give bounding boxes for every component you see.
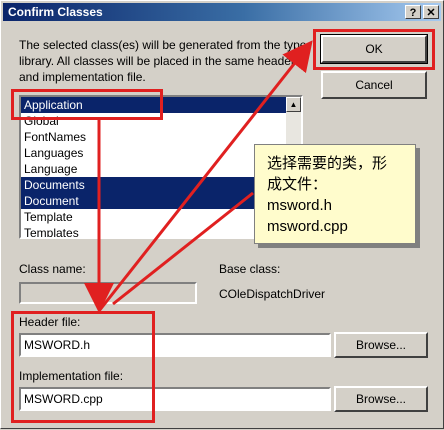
arrow-to-ok xyxy=(97,40,313,312)
annotation-arrows xyxy=(84,40,313,313)
confirm-classes-dialog: Confirm Classes ? ✕ The selected class(e… xyxy=(0,0,444,429)
arrow-from-callout xyxy=(112,191,254,306)
